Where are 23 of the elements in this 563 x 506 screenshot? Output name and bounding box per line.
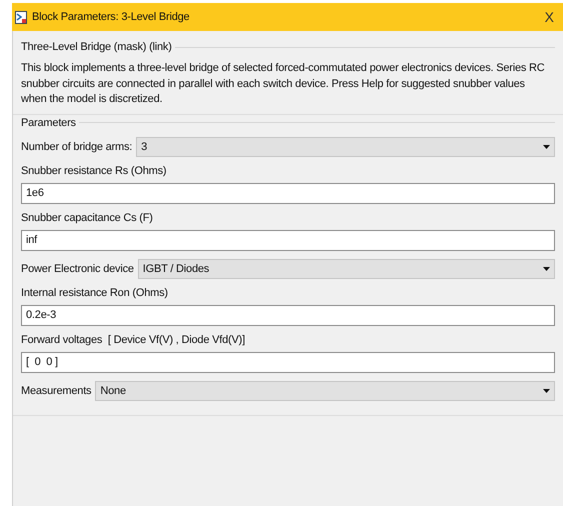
field-label: Forward voltages [ Device Vf(V) , Diode Vfd(V)] [21, 334, 246, 346]
close-button[interactable]: X [542, 9, 557, 25]
dropdown[interactable]: IGBT / Diodes [138, 258, 555, 278]
group-title: Three-Level Bridge (mask) (link) [21, 41, 172, 53]
field-label: Snubber capacitance Cs (F) [21, 212, 154, 224]
dropdown-arrow-icon [543, 144, 550, 148]
input-field[interactable]: [ 0 0 ] [21, 352, 555, 372]
field-label: Internal resistance Ron (Ohms) [21, 286, 169, 298]
input-field[interactable]: 0.2e-3 [21, 304, 555, 326]
app-icon [15, 10, 27, 24]
dropdown-arrow-icon [543, 266, 550, 270]
description-text: This block implements a three-level bridge of selected forced-commutated power electronics devices. Series RC snubber circuits are connected in parallel with each switch device. Press Help for suggested snubber values when the model is discretized. [21, 61, 546, 107]
field-label: Power Electronic device [21, 262, 134, 274]
dropdown[interactable]: None [95, 380, 555, 400]
input-field[interactable]: inf [21, 230, 555, 250]
field-label: Number of bridge arms: [21, 140, 132, 152]
dropdown[interactable]: 3 [136, 136, 555, 156]
group-title: Parameters [21, 116, 76, 128]
field-label: Snubber resistance Rs (Ohms) [21, 164, 168, 176]
input-field[interactable]: 1e6 [21, 182, 555, 204]
window-title: Block Parameters: 3-Level Bridge [32, 11, 190, 23]
dropdown-arrow-icon [543, 388, 550, 392]
field-label: Measurements [21, 384, 92, 396]
